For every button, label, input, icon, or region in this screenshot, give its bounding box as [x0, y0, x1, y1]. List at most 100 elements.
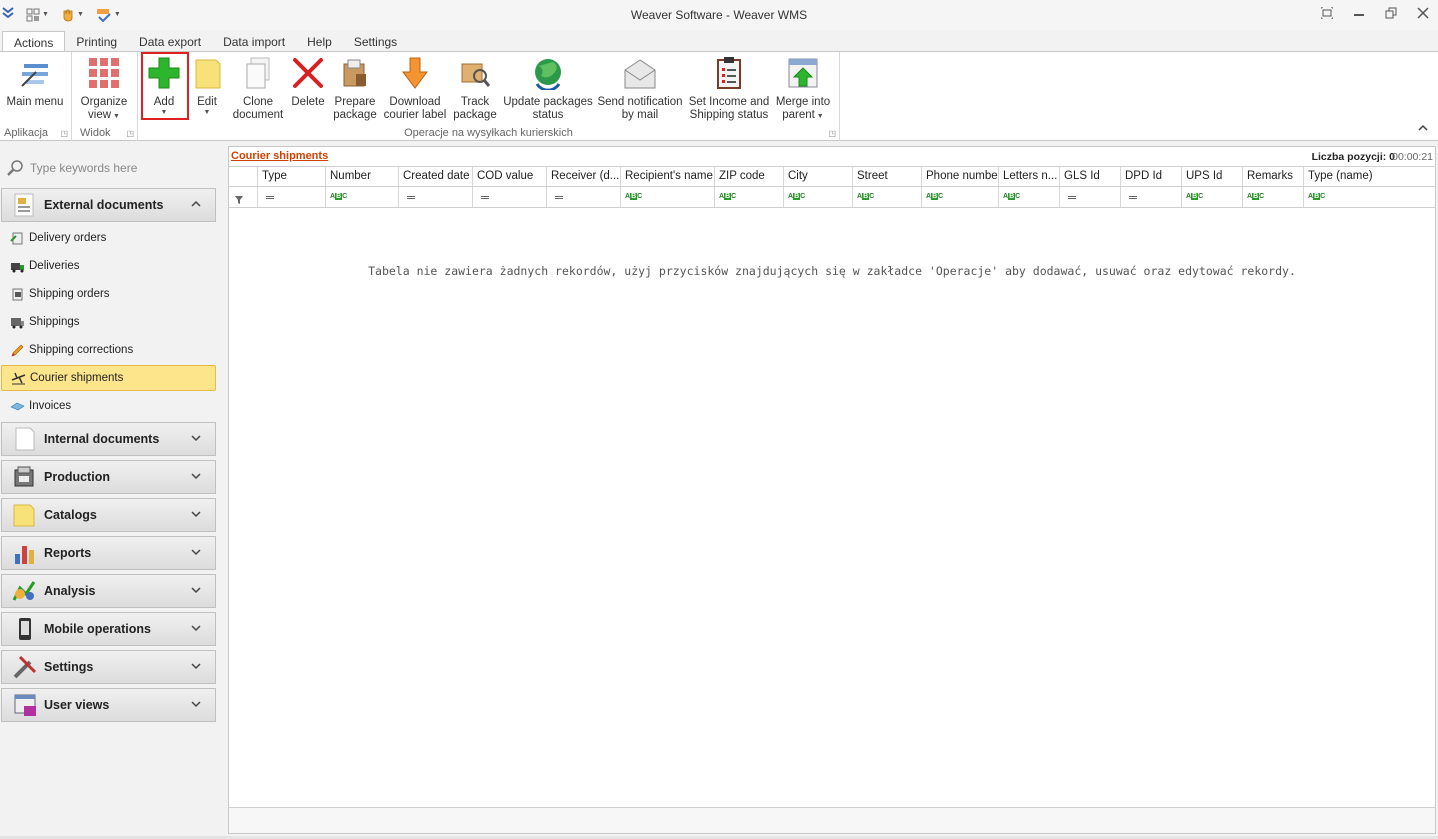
search-box[interactable]: Type keywords here [6, 156, 216, 180]
section-label: Catalogs [44, 508, 97, 522]
chevron-down-icon [191, 510, 201, 521]
filter-cell-remarks[interactable]: ABC [1242, 187, 1303, 207]
grid-title-link[interactable]: Courier shipments [231, 150, 328, 162]
section-user-views[interactable]: User views [1, 688, 216, 722]
column-header-type-name[interactable]: Type (name) [1303, 167, 1435, 186]
tab-settings[interactable]: Settings [343, 31, 408, 52]
dialog-launcher-icon[interactable]: ◳ [60, 129, 68, 138]
ribbon-group-widok: Organize view ▼ Widok ◳ [72, 52, 138, 141]
column-header-letters[interactable]: Letters n... [998, 167, 1059, 186]
fullscreen-icon[interactable] [1320, 6, 1334, 22]
section-label: Reports [44, 546, 92, 560]
tab-data-import[interactable]: Data import [212, 31, 296, 52]
clone-icon [241, 56, 275, 90]
collapse-ribbon-icon[interactable] [1418, 124, 1428, 135]
column-header-recipient-name[interactable]: Recipient's name [620, 167, 714, 186]
organize-view-button[interactable]: Organize view ▼ [76, 56, 132, 122]
filter-cell-dpd-id[interactable] [1120, 187, 1181, 207]
column-header-ups-id[interactable]: UPS Id [1181, 167, 1242, 186]
main-menu-button[interactable]: Main menu [4, 56, 66, 109]
sidebar-item-deliveries[interactable]: Deliveries [10, 254, 215, 278]
column-header-created-date[interactable]: Created date [398, 167, 472, 186]
column-header-street[interactable]: Street [852, 167, 921, 186]
section-internal-documents[interactable]: Internal documents [1, 422, 216, 456]
column-header-city[interactable]: City [783, 167, 852, 186]
section-label: Analysis [44, 584, 96, 598]
organize-view-label-2: view [88, 109, 112, 121]
section-external-documents[interactable]: External documents [1, 188, 216, 222]
dialog-launcher-icon[interactable]: ◳ [828, 129, 836, 138]
prepare-package-button[interactable]: Prepare package [330, 56, 380, 122]
ribbon-group-aplikacja: Main menu Aplikacja ◳ [0, 52, 72, 141]
filter-cell-number[interactable]: ABC [325, 187, 398, 207]
record-count: Liczba pozycji: 0 [1311, 151, 1395, 163]
merge-into-parent-button[interactable]: Merge into parent ▼ [772, 56, 834, 122]
filter-cell-phone-number[interactable]: ABC [921, 187, 998, 207]
download-courier-label-button[interactable]: Download courier label [382, 56, 448, 122]
merge-table-icon [786, 56, 820, 90]
search-input[interactable]: Type keywords here [30, 161, 137, 175]
sidebar-item-shippings[interactable]: Shippings [10, 310, 215, 334]
filter-cell-created-date[interactable] [398, 187, 472, 207]
grid-footer [229, 807, 1435, 833]
dialog-launcher-icon[interactable]: ◳ [126, 129, 134, 138]
column-header-number[interactable]: Number [325, 167, 398, 186]
section-settings[interactable]: Settings [1, 650, 216, 684]
sidebar-item-courier-shipments[interactable]: Courier shipments [1, 365, 216, 391]
section-production[interactable]: Production [1, 460, 216, 494]
column-header-remarks[interactable]: Remarks [1242, 167, 1303, 186]
internal-documents-icon [12, 426, 38, 452]
tab-help[interactable]: Help [296, 31, 343, 52]
column-header-zip-code[interactable]: ZIP code [714, 167, 783, 186]
section-reports[interactable]: Reports [1, 536, 216, 570]
column-header-receiver[interactable]: Receiver (d... [546, 167, 620, 186]
send-notification-button[interactable]: Send notification by mail [596, 56, 684, 122]
column-header-dpd-id[interactable]: DPD Id [1120, 167, 1181, 186]
sidebar-item-invoices[interactable]: Invoices [10, 394, 215, 418]
section-analysis[interactable]: Analysis [1, 574, 216, 608]
sidebar-item-shipping-corrections[interactable]: Shipping corrections [10, 338, 215, 362]
chevron-down-icon [191, 662, 201, 673]
text-filter-icon: ABC [1308, 193, 1326, 200]
filter-cell-receiver[interactable] [546, 187, 620, 207]
filter-cell-cod-value[interactable] [472, 187, 546, 207]
filter-cell-zip-code[interactable]: ABC [714, 187, 783, 207]
section-mobile-operations[interactable]: Mobile operations [1, 612, 216, 646]
tab-actions[interactable]: Actions [2, 31, 66, 52]
filter-funnel-icon[interactable] [235, 193, 243, 207]
filter-cell-type-name[interactable]: ABC [1303, 187, 1435, 207]
edit-button[interactable]: Edit ▼ [188, 56, 226, 117]
section-catalogs[interactable]: Catalogs [1, 498, 216, 532]
filter-cell-letters[interactable]: ABC [998, 187, 1059, 207]
column-header-gls-id[interactable]: GLS Id [1059, 167, 1120, 186]
clone-document-button[interactable]: Clone document [230, 56, 286, 122]
filter-cell-city[interactable]: ABC [783, 187, 852, 207]
sidebar-item-delivery-orders[interactable]: Delivery orders [10, 226, 215, 250]
navigation-sidebar: Type keywords here External documents De… [0, 146, 222, 836]
track-package-button[interactable]: Track package [450, 56, 500, 122]
restore-icon[interactable] [1384, 7, 1398, 22]
chevron-down-icon [191, 586, 201, 597]
column-header-cod-value[interactable]: COD value [472, 167, 546, 186]
filter-cell-street[interactable]: ABC [852, 187, 921, 207]
filter-cell-gls-id[interactable] [1059, 187, 1120, 207]
minimize-icon[interactable] [1352, 7, 1366, 22]
close-icon[interactable] [1416, 7, 1430, 22]
delete-button[interactable]: Delete [288, 56, 328, 109]
sidebar-item-shipping-orders[interactable]: Shipping orders [10, 282, 215, 306]
column-header-phone-number[interactable]: Phone number [921, 167, 998, 186]
filter-cell-type[interactable] [257, 187, 325, 207]
filter-cell-recipient-name[interactable]: ABC [620, 187, 714, 207]
column-header-type[interactable]: Type [257, 167, 325, 186]
section-label: Mobile operations [44, 622, 151, 636]
section-label: External documents [44, 198, 164, 212]
update-packages-status-button[interactable]: Update packages status [502, 56, 594, 122]
empty-table-message: Tabela nie zawiera żadnych rekordów, uży… [368, 264, 1296, 278]
set-income-shipping-status-button[interactable]: Set Income and Shipping status [686, 56, 772, 122]
edit-label: Edit [197, 96, 217, 108]
reports-chart-icon [12, 540, 38, 566]
tab-data-export[interactable]: Data export [128, 31, 212, 52]
tab-printing[interactable]: Printing [65, 31, 128, 52]
filter-cell-ups-id[interactable]: ABC [1181, 187, 1242, 207]
text-filter-icon: ABC [926, 193, 944, 200]
